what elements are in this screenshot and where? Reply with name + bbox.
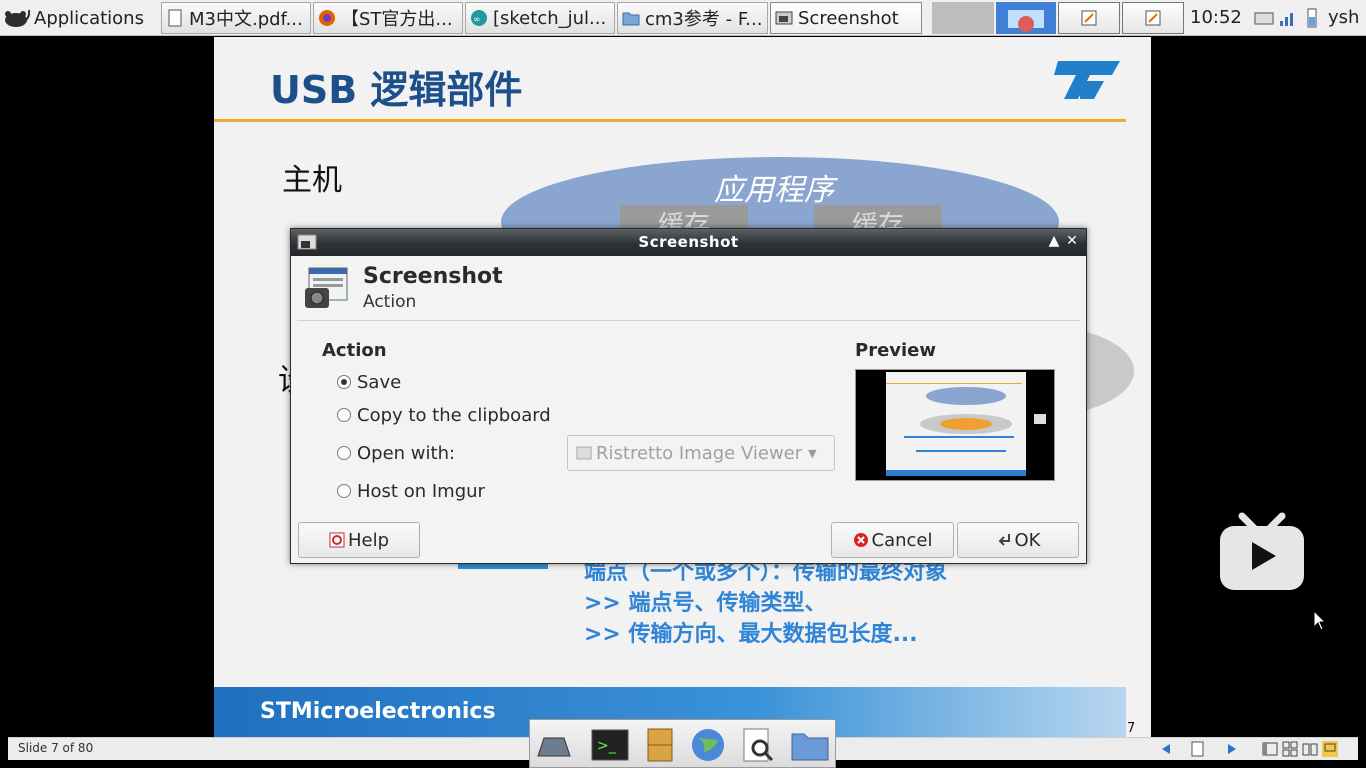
firefox-icon [319,10,335,26]
preview-thumbnail [856,370,1054,480]
normal-view-icon[interactable] [1262,741,1278,757]
task-label: cm3参考 - F... [645,9,763,30]
imgur-label: Host on Imgur [357,480,485,502]
folder-icon [622,12,640,26]
help-label: Help [347,529,390,551]
mouse-cursor-icon [1313,610,1327,631]
play-icon[interactable] [1218,508,1306,592]
image-viewer-icon [576,446,592,460]
task-label: [sketch_jul... [493,7,607,29]
application-label: 应用程序 [714,173,834,208]
slide-page-number: 7 [1127,721,1136,736]
dialog-titlebar[interactable]: Screenshot ▲ ✕ [291,229,1086,256]
slideshow-view-icon[interactable] [1322,741,1338,757]
close-icon[interactable]: ✕ [1064,233,1080,249]
endpoint-line: >> 端点号、传输类型、 [584,591,827,616]
dialog-window-title: Screenshot [638,233,739,251]
title-underline [214,119,1126,122]
option-open-with[interactable]: Open with: [337,441,455,465]
dialog-heading: Screenshot [363,264,503,289]
clock[interactable]: 10:52 [1190,2,1242,34]
header-divider [297,320,1080,321]
task-arduino[interactable]: ∞ [sketch_jul... [465,2,615,34]
maximize-icon[interactable]: ▲ [1046,233,1062,249]
task-label: 【ST官方出... [341,9,453,30]
chevron-down-icon: ▼ [808,446,817,460]
task-label: Screenshot [798,7,899,29]
top-panel: Applications M3中文.pdf... 【ST官方出... ∞ [sk… [0,0,1366,36]
option-imgur[interactable]: Host on Imgur [337,479,485,503]
next-slide-icon[interactable] [1224,741,1240,757]
slide-title: USB 逻辑部件 [270,68,523,112]
app-dock: >_ [529,719,836,768]
applications-label: Applications [34,7,144,29]
action-section-label: Action [322,340,387,361]
imgur-radio[interactable] [337,484,351,498]
arduino-icon: ∞ [471,10,487,26]
cancel-button[interactable]: Cancel [831,522,954,558]
footer-brand: STMicroelectronics [260,699,496,724]
task-pdf[interactable]: M3中文.pdf... [161,2,311,34]
screenshot-icon [775,11,793,25]
search-icon[interactable] [738,726,778,764]
host-label: 主机 [282,163,342,198]
open-with-select[interactable]: Ristretto Image Viewer ▼ [567,435,835,471]
slide-counter: Slide 7 of 80 [18,741,94,755]
save-label: Save [357,371,402,393]
dialog-subheading: Action [363,292,417,312]
workspace-switcher[interactable] [932,2,994,34]
task-firefox[interactable]: 【ST官方出... [313,2,463,34]
ok-label: OK [1014,529,1041,551]
slide-notes-icon[interactable] [1190,741,1206,757]
terminal-icon[interactable]: >_ [590,726,630,764]
open-with-radio[interactable] [337,446,351,460]
st-logo [1054,61,1120,99]
reading-view-icon[interactable] [1302,741,1318,757]
ok-button[interactable]: OK [957,522,1079,558]
applications-menu-button[interactable]: Applications [2,2,158,34]
web-browser-icon[interactable] [688,726,728,764]
screenshot-dialog: Screenshot ▲ ✕ Screenshot Action Action … [290,228,1087,564]
cancel-label: Cancel [871,529,933,551]
enter-arrow-icon [998,534,1010,546]
bilibili-tray-icon [1008,10,1044,32]
file-cabinet-icon[interactable] [640,726,680,764]
cancel-icon [853,533,868,547]
screenshot-preview [855,369,1055,481]
dialog-header: Screenshot Action [291,256,1086,320]
xfce-mouse-icon [5,9,30,27]
svg-text:∞: ∞ [473,15,481,25]
open-with-label: Open with: [357,442,456,464]
tray-app-button[interactable] [996,2,1056,34]
help-button[interactable]: Help [298,522,420,558]
slide-sorter-icon[interactable] [1282,741,1298,757]
tray-notes-button-2[interactable] [1122,2,1184,34]
desktop-icon[interactable] [534,726,574,764]
network-signal-icon[interactable] [1278,8,1298,28]
help-icon [329,532,345,548]
clipboard-radio[interactable] [337,408,351,422]
save-radio[interactable] [337,375,351,389]
option-clipboard[interactable]: Copy to the clipboard [337,403,551,427]
notes-icon [1145,10,1161,26]
option-save[interactable]: Save [337,370,401,394]
previous-slide-icon[interactable] [1158,741,1174,757]
open-with-app-label: Ristretto Image Viewer [596,442,803,464]
tray-notes-button-1[interactable] [1058,2,1120,34]
preview-section-label: Preview [855,340,937,361]
clipboard-label: Copy to the clipboard [357,404,551,426]
task-screenshot[interactable]: Screenshot [770,2,922,34]
keyboard-icon[interactable] [1254,8,1274,28]
svg-text:>_: >_ [597,738,617,754]
folder-icon[interactable] [790,726,830,764]
document-icon [168,9,182,27]
screenshot-camera-icon [305,267,348,308]
user-name[interactable]: ysh [1328,2,1359,34]
task-file-manager[interactable]: cm3参考 - F... [617,2,768,34]
battery-icon[interactable] [1302,8,1322,28]
endpoint-line: >> 传输方向、最大数据包长度... [584,622,918,647]
notes-icon [1081,10,1097,26]
task-label: M3中文.pdf... [189,9,303,30]
